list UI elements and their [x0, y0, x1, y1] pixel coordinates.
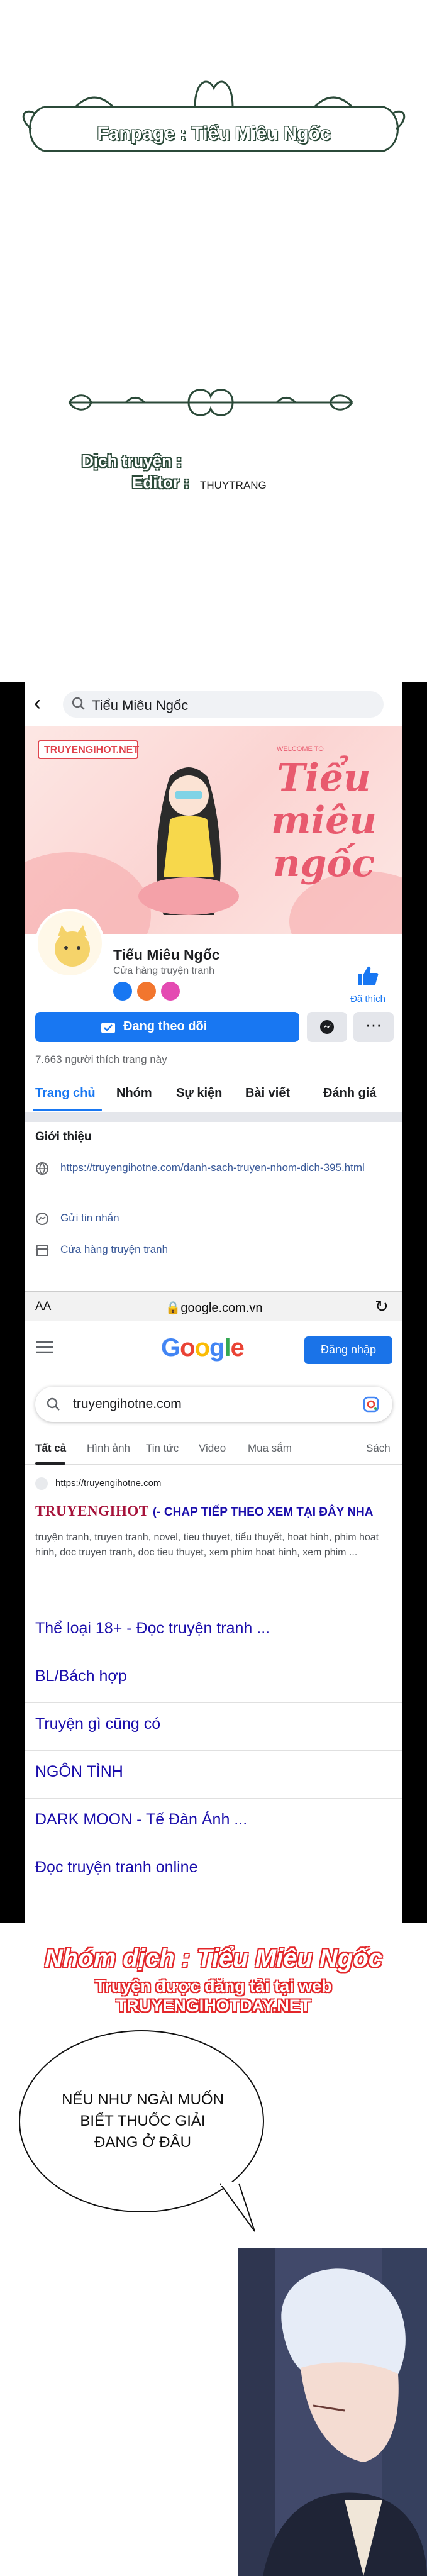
- tab-all[interactable]: Tất cả: [35, 1442, 66, 1455]
- translator-label: Dịch truyện :: [82, 452, 182, 470]
- intro-title: Giới thiệu: [35, 1130, 92, 1143]
- globe-icon: [36, 1162, 48, 1175]
- google-logo[interactable]: Google: [161, 1334, 245, 1362]
- sitelink-3[interactable]: Truyện gì cũng có: [35, 1715, 160, 1733]
- fanpage-title: Fanpage : Tiểu Miêu Ngốc: [97, 123, 331, 144]
- page-name: Tiểu Miêu Ngốc: [113, 947, 220, 963]
- cover-title: Tiểu miêu ngốc: [270, 756, 377, 886]
- sitelink-2[interactable]: BL/Bách hợp: [35, 1667, 127, 1685]
- cover-welcome: WELCOME TO: [277, 745, 324, 753]
- avatar-cat-icon: [55, 925, 90, 967]
- sitelink-5[interactable]: DARK MOON - Tế Đàn Ánh ...: [35, 1811, 247, 1829]
- login-button[interactable]: Đăng nhập: [304, 1336, 392, 1364]
- badge-orange-icon[interactable]: [137, 982, 156, 1001]
- ornament-divider: [68, 389, 353, 416]
- facebook-search-input[interactable]: Tiểu Miêu Ngốc: [63, 691, 384, 718]
- intro-category-row[interactable]: Cửa hàng truyện tranh: [35, 1242, 394, 1258]
- cover-brand-badge: TRUYENGIHOT.NET: [38, 740, 139, 759]
- tab-images[interactable]: Hình ảnh: [87, 1442, 130, 1455]
- speech-text: NẾU NHƯ NGÀI MUỐN BIẾT THUỐC GIẢI ĐANG Ở…: [62, 2091, 224, 2151]
- sitelink-6[interactable]: Đọc truyện tranh online: [35, 1858, 197, 1877]
- page-category: Cửa hàng truyện tranh: [113, 965, 215, 976]
- group-credit-title: Nhóm dịch : Tiểu Miêu Ngốc: [44, 1945, 383, 1972]
- menu-icon[interactable]: [36, 1340, 53, 1354]
- follow-button[interactable]: Đang theo dõi: [35, 1012, 299, 1042]
- editor-name: THUYTRANG: [200, 479, 267, 491]
- badge-pink-icon[interactable]: [161, 982, 180, 1001]
- intro-message-row[interactable]: Gửi tin nhắn: [35, 1211, 394, 1227]
- result-source[interactable]: https://truyengihotne.com: [35, 1477, 350, 1491]
- result-snippet: truyện tranh, truyen tranh, novel, tieu …: [35, 1532, 379, 1558]
- tab-shopping[interactable]: Mua sắm: [248, 1442, 292, 1455]
- phone-screen: ‹ Tiểu Miêu Ngốc TRUYENGIHOT.NET WELCOME…: [25, 682, 402, 1923]
- facebook-search-bar: ‹ Tiểu Miêu Ngốc: [25, 682, 402, 726]
- reload-icon[interactable]: ↻: [375, 1297, 389, 1316]
- tab-reviews[interactable]: Đánh giá: [323, 1086, 376, 1101]
- google-logo-letter: l: [224, 1334, 231, 1362]
- google-logo-letter: o: [194, 1334, 210, 1362]
- group-credit-subtitle: Truyện được đăng tải tại web TRUYENGIHOT…: [95, 1977, 332, 2015]
- tab-groups[interactable]: Nhóm: [116, 1086, 152, 1101]
- tab-video[interactable]: Video: [199, 1442, 226, 1455]
- search-icon: [47, 1397, 60, 1411]
- tab-active-indicator: [35, 1462, 65, 1465]
- back-arrow-icon[interactable]: ‹: [34, 692, 41, 714]
- cover-photo[interactable]: TRUYENGIHOT.NET WELCOME TO Tiểu miêu ngố…: [25, 726, 402, 934]
- likes-count: 7.663 người thích trang này: [35, 1053, 167, 1065]
- google-lens-icon[interactable]: [362, 1396, 380, 1413]
- favicon-icon: [35, 1477, 48, 1490]
- group-credit: Nhóm dịch : Tiểu Miêu Ngốc Truyện được đ…: [0, 1945, 427, 2016]
- page-badges: [113, 982, 185, 1001]
- facebook-search-query: Tiểu Miêu Ngốc: [92, 697, 189, 713]
- google-logo-letter: G: [161, 1334, 180, 1362]
- browser-address-bar[interactable]: AA 🔒google.com.vn ↻: [25, 1291, 402, 1321]
- search-icon: [72, 697, 85, 710]
- tab-active-indicator: [33, 1109, 102, 1111]
- thumbs-up-icon: [358, 966, 379, 985]
- like-button[interactable]: Đã thích: [343, 965, 393, 1004]
- google-logo-letter: e: [230, 1334, 245, 1362]
- google-tabs: Tất cả Hình ảnh Tin tức Video Mua sắm Sá…: [25, 1435, 402, 1465]
- messenger-button[interactable]: [307, 1012, 347, 1042]
- lock-icon: 🔒: [165, 1301, 181, 1315]
- badge-blue-icon[interactable]: [113, 982, 132, 1001]
- like-label: Đã thích: [350, 994, 385, 1004]
- page-tabs: Trang chủ Nhóm Sự kiện Bài viết Đánh giá: [25, 1075, 402, 1111]
- google-logo-letter: o: [180, 1334, 195, 1362]
- ornament-frame-top: [22, 80, 406, 152]
- intro-website-row[interactable]: https://truyengihotne.com/danh-sach-truy…: [35, 1160, 394, 1196]
- tab-posts[interactable]: Bài viết: [245, 1086, 290, 1101]
- credit-banner: Fanpage : Tiểu Miêu Ngốc Dịch truyện : E…: [0, 0, 427, 682]
- messenger-icon: [320, 1020, 334, 1034]
- cover-illustration: [138, 767, 239, 915]
- tab-news[interactable]: Tin tức: [146, 1442, 179, 1455]
- tab-events[interactable]: Sự kiện: [176, 1086, 222, 1101]
- more-options-button[interactable]: ···: [353, 1012, 394, 1042]
- speech-bubble-tail: [220, 2182, 255, 2232]
- tab-books[interactable]: Sách: [366, 1442, 391, 1455]
- shop-icon: [35, 1245, 49, 1256]
- avatar[interactable]: [35, 909, 104, 978]
- comic-panel: [238, 2248, 427, 2576]
- messenger-outline-icon: [36, 1213, 48, 1225]
- phone-screenshot: ‹ Tiểu Miêu Ngốc TRUYENGIHOT.NET WELCOME…: [0, 682, 427, 1923]
- google-search-query: truyengihotne.com: [73, 1397, 182, 1411]
- editor-label: Editor :: [132, 473, 189, 492]
- google-header: Google Đăng nhập: [25, 1323, 402, 1375]
- sitelink-4[interactable]: NGÔN TÌNH: [35, 1763, 123, 1781]
- result-title[interactable]: TRUYENGIHOT (- CHAP TIẾP THEO XEM TẠI ĐÂ…: [35, 1502, 373, 1519]
- google-logo-letter: g: [209, 1334, 225, 1362]
- section-gap: [25, 1112, 402, 1122]
- address-url[interactable]: 🔒google.com.vn: [25, 1300, 402, 1316]
- sitelink-1[interactable]: Thể loại 18+ - Đọc truyện tranh ...: [35, 1619, 270, 1638]
- follow-check-icon: [101, 1023, 115, 1033]
- character-illustration: [238, 2248, 427, 2576]
- google-search-input[interactable]: truyengihotne.com: [35, 1387, 392, 1422]
- intro-link[interactable]: https://truyengihotne.com/danh-sach-truy…: [60, 1160, 387, 1175]
- tab-home[interactable]: Trang chủ: [35, 1086, 96, 1101]
